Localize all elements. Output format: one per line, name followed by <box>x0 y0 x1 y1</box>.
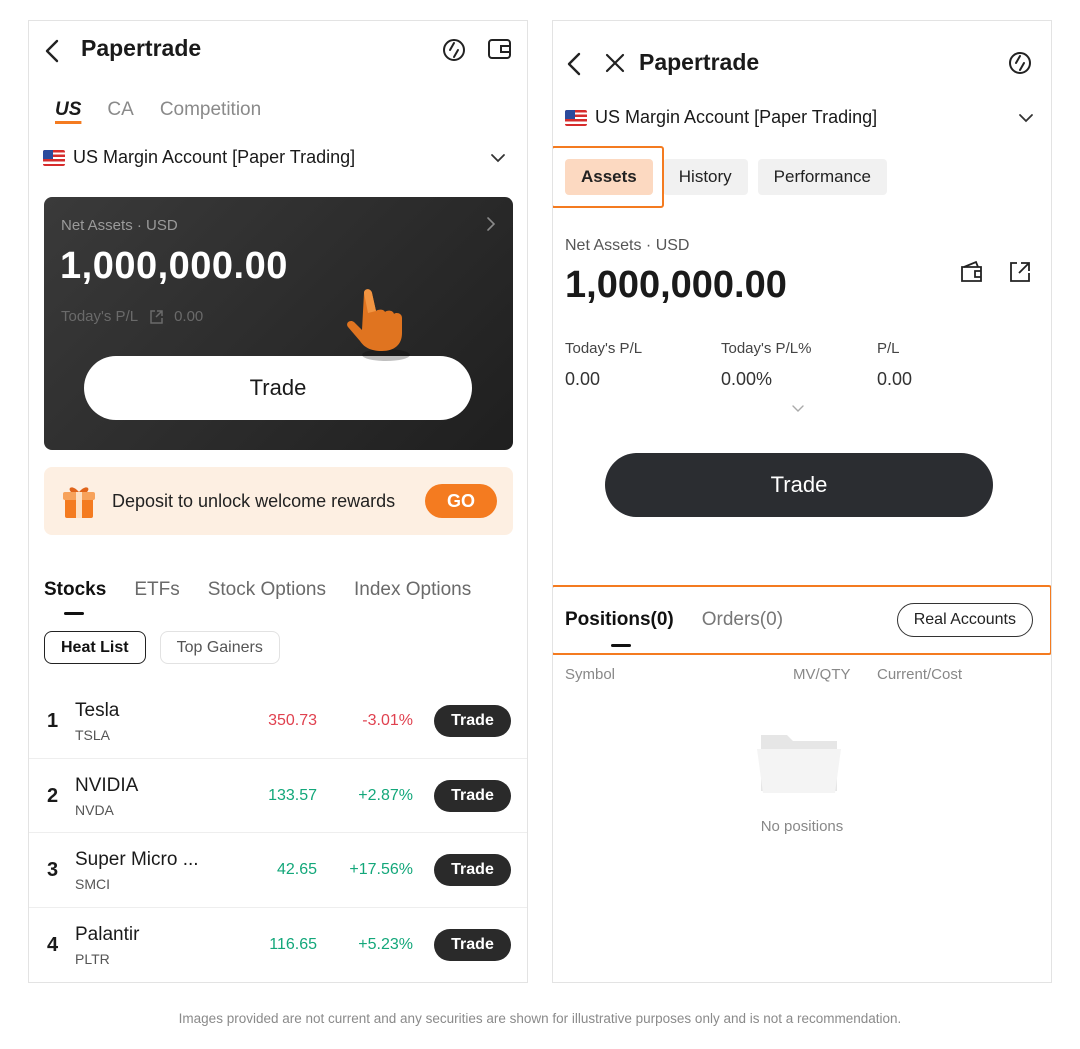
stat-value: 0.00 <box>565 369 601 389</box>
stat-label: Today's P/L% <box>721 340 812 357</box>
stock-row[interactable]: 4 Palantir PLTR 116.65 +5.23% Trade <box>29 908 527 983</box>
stat-todays-pl-percent: Today's P/L% 0.00% <box>721 340 877 390</box>
stock-ticker: PLTR <box>75 950 110 967</box>
net-assets-value: 1,000,000.00 <box>565 264 787 306</box>
stock-change: +2.87% <box>358 786 413 804</box>
folder-icon <box>753 727 845 804</box>
pointer-hand-icon <box>342 285 416 370</box>
todays-pl: Today's P/L 0.00 <box>61 308 203 325</box>
tab-index-options[interactable]: Index Options <box>354 579 471 601</box>
column-header: MV/QTY <box>793 666 851 683</box>
disclaimer-text: Images provided are not current and any … <box>178 1011 902 1026</box>
stock-price: 42.65 <box>276 861 317 878</box>
net-assets-card: Net Assets · USD 1,000,000.00 Today's P/… <box>44 197 513 450</box>
pl-stats: Today's P/L 0.00 Today's P/L% 0.00% P/L … <box>565 340 1033 390</box>
market-tabs: Stocks ETFs Stock Options Index Options <box>44 579 471 615</box>
share-icon[interactable] <box>148 309 164 325</box>
stock-row[interactable]: 1 Tesla TSLA 350.73 -3.01% Trade <box>29 684 527 759</box>
empty-state-text: No positions <box>760 818 844 835</box>
pl-label: Today's P/L <box>61 308 139 325</box>
stock-name: Super Micro ... <box>75 849 199 870</box>
list-filter-chips: Heat List Top Gainers <box>44 631 280 664</box>
stock-price: 350.73 <box>268 712 317 729</box>
tab-competition[interactable]: Competition <box>160 99 261 121</box>
promo-text: Deposit to unlock welcome rewards <box>112 490 396 511</box>
deposit-promo-banner[interactable]: Deposit to unlock welcome rewards GO <box>44 467 513 535</box>
flag-us-icon <box>43 149 65 166</box>
stock-row[interactable]: 3 Super Micro ... SMCI 42.65 +17.56% Tra… <box>29 833 527 908</box>
stock-trade-button[interactable]: Trade <box>434 928 511 961</box>
right-screen: Papertrade US Margin Account [Paper Trad… <box>552 20 1052 983</box>
net-assets-value: 1,000,000.00 <box>60 245 288 287</box>
chip-top-gainers[interactable]: Top Gainers <box>159 631 280 664</box>
account-label: US Margin Account [Paper Trading] <box>73 147 356 167</box>
stock-change: -3.01% <box>362 712 413 729</box>
back-icon[interactable] <box>43 38 61 64</box>
share-icon[interactable] <box>1007 259 1033 285</box>
tab-ca[interactable]: CA <box>107 99 133 121</box>
tab-stocks[interactable]: Stocks <box>44 579 106 615</box>
stock-name: Palantir <box>75 923 140 945</box>
trade-button[interactable]: Trade <box>605 453 993 517</box>
stock-rank: 1 <box>47 710 59 732</box>
tab-history[interactable]: History <box>662 159 748 195</box>
stat-todays-pl: Today's P/L 0.00 <box>565 340 721 390</box>
tab-etfs[interactable]: ETFs <box>134 579 179 601</box>
stock-rank: 4 <box>47 933 59 956</box>
stat-value: 0.00 <box>877 369 913 389</box>
back-icon[interactable] <box>565 51 583 77</box>
stat-pl: P/L 0.00 <box>877 340 1033 390</box>
stock-ticker: TSLA <box>75 727 111 743</box>
wallet-icon[interactable] <box>487 37 513 61</box>
tab-stock-options[interactable]: Stock Options <box>208 579 326 601</box>
page-title: Papertrade <box>81 35 202 61</box>
stock-price: 116.65 <box>269 935 317 953</box>
go-button[interactable]: GO <box>425 484 497 518</box>
refresh-icon[interactable] <box>1007 50 1033 76</box>
stock-ticker: SMCI <box>75 876 110 892</box>
refresh-icon[interactable] <box>441 37 467 63</box>
chevron-down-icon[interactable] <box>1017 112 1035 124</box>
stat-value: 0.00% <box>721 369 773 389</box>
chip-heat-list[interactable]: Heat List <box>44 631 146 664</box>
asset-tools <box>959 259 1033 285</box>
account-label: US Margin Account [Paper Trading] <box>595 107 878 127</box>
page-title: Papertrade <box>639 49 760 75</box>
net-assets-label: Net Assets · USD <box>61 217 178 234</box>
column-header: Current/Cost <box>877 666 963 683</box>
stock-rank: 3 <box>47 859 59 881</box>
flag-us-icon <box>565 109 587 126</box>
chevron-down-icon[interactable] <box>489 152 507 164</box>
account-selector[interactable]: US Margin Account [Paper Trading] <box>565 107 1035 128</box>
stat-label: Today's P/L <box>565 340 643 357</box>
stock-row[interactable]: 2 NVIDIA NVDA 133.57 +2.87% Trade <box>29 759 527 833</box>
left-screen: Papertrade US CA Competition US Margin A… <box>28 20 528 983</box>
chevron-right-icon[interactable] <box>485 215 497 233</box>
column-header: Symbol <box>565 666 616 683</box>
stock-trade-button[interactable]: Trade <box>434 854 511 886</box>
stock-rank: 2 <box>47 784 59 807</box>
stock-name: Tesla <box>75 700 120 721</box>
stock-change: +17.56% <box>349 861 413 878</box>
wallet-icon[interactable] <box>959 259 987 285</box>
highlight-box-assets <box>553 146 664 208</box>
net-assets-label: Net Assets · USD <box>565 237 690 254</box>
stock-ticker: NVDA <box>75 801 114 818</box>
region-tabs: US CA Competition <box>55 99 261 121</box>
stock-trade-button[interactable]: Trade <box>434 705 511 737</box>
pl-value: 0.00 <box>174 308 204 325</box>
gift-icon <box>62 482 96 520</box>
close-icon[interactable] <box>603 51 627 75</box>
tab-performance[interactable]: Performance <box>757 159 887 195</box>
stock-price: 133.57 <box>268 786 317 804</box>
tab-us[interactable]: US <box>55 99 81 121</box>
stock-name: NVIDIA <box>75 774 139 796</box>
account-selector[interactable]: US Margin Account [Paper Trading] <box>43 147 507 168</box>
expand-chevron-icon[interactable] <box>791 404 805 414</box>
stock-change: +5.23% <box>358 935 413 953</box>
stock-trade-button[interactable]: Trade <box>434 779 511 812</box>
highlight-box-positions <box>553 585 1051 655</box>
stock-list: 1 Tesla TSLA 350.73 -3.01% Trade 2 NVIDI… <box>29 684 527 982</box>
stat-label: P/L <box>877 340 900 357</box>
